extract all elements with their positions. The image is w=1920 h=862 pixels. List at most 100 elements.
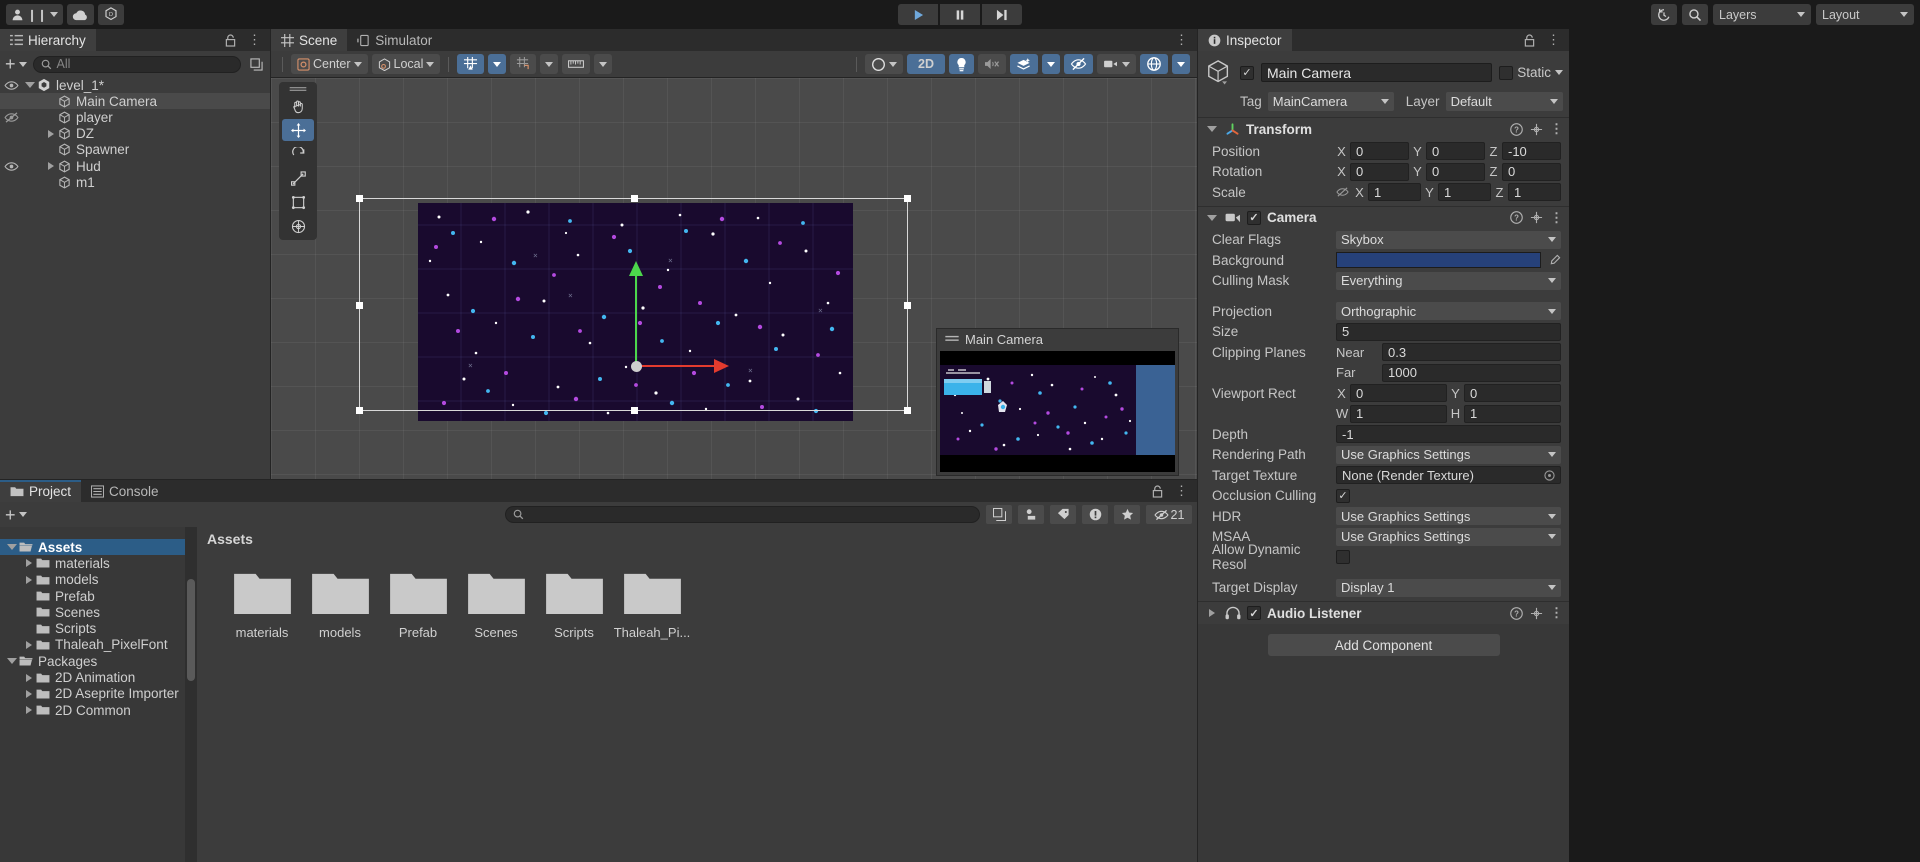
component-enabled-checkbox[interactable]: ✓ bbox=[1247, 210, 1261, 225]
step-button[interactable] bbox=[982, 4, 1022, 25]
expand-toggle[interactable] bbox=[1204, 609, 1219, 617]
account-button[interactable]: ❙❙ bbox=[6, 4, 64, 25]
lock-icon[interactable] bbox=[1148, 482, 1166, 500]
hierarchy-item-hud[interactable]: Hud bbox=[0, 158, 270, 174]
object-field[interactable]: None (Render Texture) bbox=[1336, 466, 1561, 485]
expand-toggle[interactable] bbox=[1204, 214, 1219, 221]
eyedropper-icon[interactable] bbox=[1549, 254, 1561, 266]
help-icon[interactable]: ? bbox=[1510, 122, 1523, 136]
gizmos-toggle[interactable] bbox=[1140, 54, 1168, 74]
grid-snap-dropdown[interactable] bbox=[488, 54, 507, 74]
chevron-right-icon[interactable] bbox=[25, 673, 32, 682]
project-tree-item-scenes[interactable]: Scenes bbox=[0, 604, 197, 620]
expand-toggle[interactable] bbox=[4, 544, 19, 551]
color-swatch[interactable] bbox=[1336, 252, 1541, 269]
component-enabled-checkbox[interactable]: ✓ bbox=[1247, 606, 1261, 620]
project-tree-item-2d-aseprite-importer[interactable]: 2D Aseprite Importer bbox=[0, 686, 197, 702]
hierarchy-item-spawner[interactable]: Spawner bbox=[0, 142, 270, 158]
y-input[interactable]: 1 bbox=[1438, 183, 1491, 202]
chevron-right-icon[interactable] bbox=[47, 162, 54, 171]
x-input[interactable]: 0 bbox=[1350, 162, 1409, 181]
gizmo-x-axis[interactable] bbox=[636, 365, 716, 367]
preset-icon[interactable] bbox=[1530, 123, 1543, 136]
hand-tool-button[interactable] bbox=[282, 95, 314, 117]
snap-increment-toggle[interactable] bbox=[510, 54, 537, 74]
kebab-menu-icon[interactable]: ⋮ bbox=[1175, 483, 1188, 499]
palette-drag-handle[interactable] bbox=[282, 85, 314, 93]
gizmo-y-axis[interactable] bbox=[635, 274, 637, 362]
project-search-input[interactable] bbox=[505, 506, 980, 523]
preset-icon[interactable] bbox=[1530, 607, 1543, 620]
asset-item[interactable]: Scripts bbox=[535, 569, 613, 640]
effects-toggle[interactable] bbox=[1010, 54, 1038, 74]
kebab-menu-icon[interactable]: ⋮ bbox=[1550, 121, 1563, 137]
chevron-down-icon[interactable] bbox=[6, 658, 17, 665]
label-filter-icon[interactable] bbox=[1050, 505, 1076, 524]
asset-item-list[interactable]: materials models Prefab Scenes Scripts Thalea… bbox=[197, 551, 1197, 862]
gizmos-dropdown[interactable] bbox=[1172, 54, 1190, 74]
expand-toggle[interactable] bbox=[1204, 126, 1219, 132]
expand-toggle[interactable] bbox=[21, 575, 36, 584]
project-tree-item-prefab[interactable]: Prefab bbox=[0, 588, 197, 604]
kebab-menu-icon[interactable]: ⋮ bbox=[1175, 32, 1188, 48]
chevron-right-icon[interactable] bbox=[25, 559, 32, 568]
hierarchy-item-level-1-[interactable]: level_1* bbox=[0, 77, 270, 93]
search-button[interactable] bbox=[1682, 4, 1708, 25]
chevron-right-icon[interactable] bbox=[25, 689, 32, 698]
asset-item[interactable]: Thaleah_Pi... bbox=[613, 569, 691, 640]
scrollbar-thumb[interactable] bbox=[187, 579, 195, 681]
chevron-down-icon[interactable] bbox=[1206, 214, 1217, 221]
hierarchy-search-input[interactable]: All bbox=[32, 55, 241, 73]
ruler-dropdown[interactable] bbox=[594, 54, 613, 74]
play-button[interactable] bbox=[898, 4, 938, 25]
help-icon[interactable]: ? bbox=[1510, 606, 1523, 620]
dropdown[interactable]: Everything bbox=[1336, 271, 1561, 290]
ruler-toggle[interactable] bbox=[562, 54, 591, 74]
project-tree-item-models[interactable]: models bbox=[0, 572, 197, 588]
kebab-menu-icon[interactable]: ⋮ bbox=[1547, 32, 1560, 48]
vector3-field[interactable]: X0Y0Z0 bbox=[1336, 162, 1561, 181]
scene-viewport[interactable]: × × × × × × Main Camera bbox=[271, 78, 1197, 479]
gizmo-y-arrow[interactable] bbox=[629, 261, 643, 276]
expand-toggle[interactable] bbox=[21, 673, 36, 682]
component-header[interactable]: ✓ Audio Listener? ⋮ bbox=[1198, 602, 1569, 624]
expand-toggle[interactable] bbox=[43, 129, 58, 138]
checkbox[interactable]: ✓ bbox=[1336, 488, 1350, 503]
project-tree-item-materials[interactable]: materials bbox=[0, 555, 197, 571]
constrain-proportions-icon[interactable] bbox=[1336, 186, 1349, 198]
lock-icon[interactable] bbox=[1520, 31, 1538, 49]
expand-toggle[interactable] bbox=[4, 658, 19, 665]
project-tree-item-2d-common[interactable]: 2D Common bbox=[0, 702, 197, 718]
hierarchy-item-player[interactable]: player bbox=[0, 109, 270, 125]
tab-inspector[interactable]: Inspector bbox=[1198, 29, 1292, 51]
value-input[interactable]: 5 bbox=[1336, 322, 1561, 341]
mode-2d-toggle[interactable]: 2D bbox=[907, 54, 945, 74]
unity-services-button[interactable]: D bbox=[98, 4, 125, 25]
audio-mute-toggle[interactable] bbox=[978, 54, 1006, 74]
kebab-menu-icon[interactable]: ⋮ bbox=[248, 32, 261, 48]
kebab-menu-icon[interactable]: ⋮ bbox=[1550, 605, 1563, 621]
preset-icon[interactable] bbox=[1530, 211, 1543, 224]
project-tree-scrollbar[interactable] bbox=[185, 527, 197, 862]
expand-toggle[interactable] bbox=[21, 706, 36, 715]
hierarchy-item-main-camera[interactable]: Main Camera bbox=[0, 93, 270, 110]
project-folder-tree[interactable]: Assets materials models Prefab Scenes Scripts… bbox=[0, 527, 197, 862]
space-mode-dropdown[interactable]: Local bbox=[371, 54, 441, 74]
dropdown[interactable]: Use Graphics Settings bbox=[1336, 445, 1561, 464]
gizmo-center-handle[interactable] bbox=[631, 361, 642, 372]
first-input[interactable]: 1 bbox=[1350, 404, 1447, 423]
add-component-button[interactable]: Add Component bbox=[1267, 634, 1500, 656]
first-input[interactable]: 0 bbox=[1350, 384, 1447, 403]
object-name-input[interactable]: Main Camera bbox=[1261, 63, 1493, 82]
z-input[interactable]: 0 bbox=[1502, 162, 1561, 181]
project-tree-item-thaleah-pixelfont[interactable]: Thaleah_PixelFont bbox=[0, 637, 197, 653]
dropdown[interactable]: Orthographic bbox=[1336, 302, 1561, 321]
history-button[interactable] bbox=[1651, 4, 1677, 25]
x-input[interactable]: 1 bbox=[1368, 183, 1421, 202]
transform-tool-button[interactable] bbox=[282, 215, 314, 237]
value-input[interactable]: 0.3 bbox=[1382, 343, 1561, 362]
chevron-right-icon[interactable] bbox=[25, 640, 32, 649]
pivot-mode-dropdown[interactable]: Center bbox=[291, 54, 368, 74]
chevron-down-icon[interactable] bbox=[6, 544, 17, 551]
cloud-button[interactable] bbox=[67, 4, 95, 25]
